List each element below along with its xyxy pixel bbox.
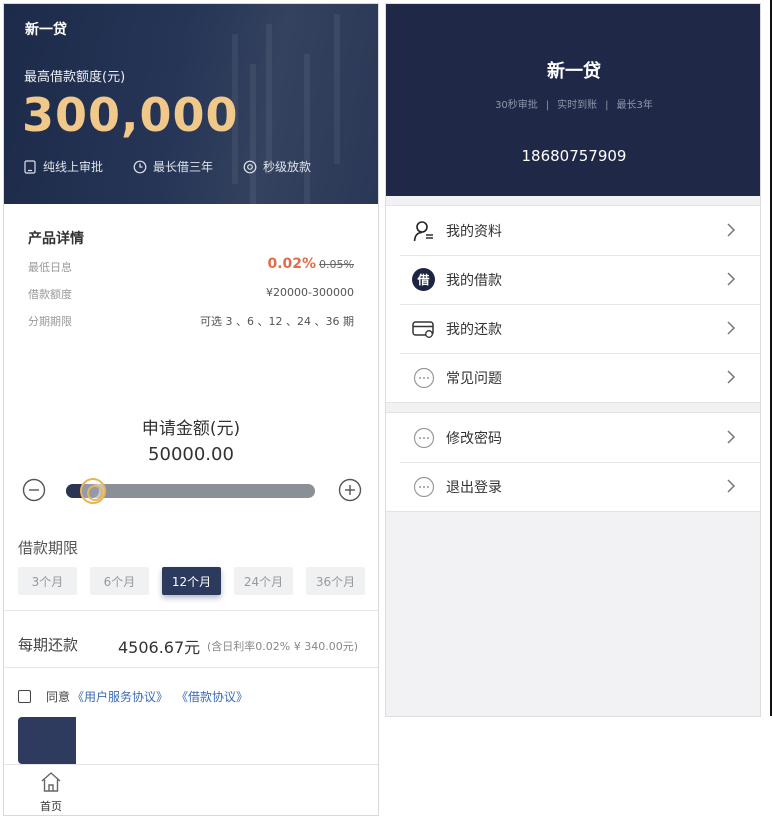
- term-option-24[interactable]: 24个月: [234, 567, 293, 595]
- repayment-amount: 4506.67元: [118, 638, 201, 657]
- agreement-checkbox[interactable]: [18, 690, 31, 703]
- divider: [4, 667, 378, 668]
- menu-label: 我的借款: [446, 272, 502, 289]
- loan-agreement-link[interactable]: 《借款协议》: [176, 688, 248, 705]
- menu-my-repayments[interactable]: 我的还款: [386, 304, 760, 353]
- detail-row-amount: 借款额度 ¥20000-300000: [28, 286, 354, 304]
- hero-banner: 新一贷 最高借款额度(元) 300,000 纯线上审批 最长借三年 秒级放款: [4, 4, 378, 204]
- clock-icon: [133, 160, 147, 173]
- chevron-right-icon: [727, 370, 736, 384]
- agreement-row: 同意 《用户服务协议》 《借款协议》: [18, 688, 256, 705]
- more-icon: [412, 475, 435, 498]
- chevron-right-icon: [727, 479, 736, 493]
- menu-label: 退出登录: [446, 479, 502, 496]
- feature-label: 秒级放款: [263, 160, 312, 174]
- agreement-prefix: 同意: [46, 690, 71, 704]
- user-icon: [412, 219, 435, 242]
- term-options: 3个月 6个月 12个月 24个月 36个月: [18, 567, 378, 595]
- chevron-right-icon: [727, 223, 736, 237]
- tag: 30秒审批: [495, 100, 538, 111]
- target-icon: [243, 160, 257, 173]
- old-rate: 0.05%: [319, 258, 354, 271]
- menu-label: 我的还款: [446, 321, 502, 338]
- apply-amount-value: 50000.00: [148, 444, 234, 465]
- menu-label: 修改密码: [446, 430, 502, 447]
- term-option-6[interactable]: 6个月: [90, 567, 149, 595]
- term-option-36[interactable]: 36个月: [306, 567, 365, 595]
- details-title: 产品详情: [28, 231, 84, 247]
- detail-row-min-rate: 最低日息 0.02% 0.05%: [28, 256, 354, 277]
- detail-label: 分期期限: [28, 315, 72, 328]
- amount-slider-handle[interactable]: [80, 478, 106, 504]
- minus-button[interactable]: [22, 478, 46, 502]
- chevron-right-icon: [727, 430, 736, 444]
- tablet-icon: [24, 159, 36, 174]
- menu-group-settings: 修改密码 退出登录: [386, 412, 760, 512]
- more-icon: [412, 366, 435, 389]
- blank-overlay: [76, 717, 378, 767]
- limit-amount: 300,000: [22, 88, 239, 142]
- menu-change-password[interactable]: 修改密码: [386, 413, 760, 462]
- amount-slider-track[interactable]: [66, 478, 315, 504]
- more-icon: [412, 426, 435, 449]
- profile-header: 新一贷 30秒审批 | 实时到账 | 最长3年 18680757909: [386, 4, 760, 196]
- feature-list: 纯线上审批 最长借三年 秒级放款: [23, 158, 311, 175]
- menu-my-profile[interactable]: 我的资料: [386, 206, 760, 255]
- term-option-12[interactable]: 12个月: [162, 567, 221, 595]
- profile-tags: 30秒审批 | 实时到账 | 最长3年: [495, 100, 653, 111]
- menu-my-loans[interactable]: 借 我的借款: [386, 255, 760, 304]
- borrow-icon: 借: [412, 268, 435, 291]
- feature-label: 纯线上审批: [43, 160, 104, 174]
- chevron-right-icon: [727, 321, 736, 335]
- repayment-label: 每期还款: [18, 636, 79, 654]
- menu-group-account: 我的资料 借 我的借款 我的还款 常见问题: [386, 205, 760, 403]
- menu-logout[interactable]: 退出登录: [386, 462, 760, 511]
- limit-label: 最高借款额度(元): [24, 70, 126, 85]
- profile-app-title: 新一贷: [547, 61, 601, 82]
- detail-label: 最低日息: [28, 261, 72, 274]
- chevron-right-icon: [727, 272, 736, 286]
- apply-amount-label: 申请金额(元): [141, 419, 241, 439]
- detail-value: 0.02% 0.05%: [267, 256, 354, 272]
- current-rate: 0.02%: [267, 256, 317, 272]
- feature-online-approval: 纯线上审批: [23, 158, 103, 175]
- menu-faq[interactable]: 常见问题: [386, 353, 760, 402]
- menu-label: 我的资料: [446, 223, 502, 240]
- profile-screen: 新一贷 30秒审批 | 实时到账 | 最长3年 18680757909 我的资料 借 我…: [385, 3, 761, 717]
- borrow-icon-char: 借: [416, 272, 429, 287]
- feature-instant-payout: 秒级放款: [243, 158, 311, 175]
- bottom-tab-bar: 首页: [4, 764, 378, 815]
- repayment-note: (含日利率0.02% ¥ 340.00元): [207, 640, 359, 653]
- tag: 最长3年: [616, 100, 653, 111]
- detail-row-period: 分期期限 可选 3 、6 、12 、24 、36 期: [28, 313, 354, 331]
- tab-home[interactable]: 首页: [37, 771, 65, 814]
- tab-home-label: 首页: [40, 800, 62, 813]
- card-icon: [412, 317, 435, 340]
- tag: 实时到账: [557, 100, 598, 111]
- amount-slider-row: [22, 476, 362, 506]
- detail-label: 借款额度: [28, 288, 72, 301]
- divider: [4, 610, 378, 611]
- plus-button[interactable]: [338, 478, 362, 502]
- term-option-3[interactable]: 3个月: [18, 567, 77, 595]
- user-phone: 18680757909: [521, 147, 627, 165]
- feature-label: 最长借三年: [153, 160, 214, 174]
- home-icon: [41, 772, 61, 792]
- menu-label: 常见问题: [446, 370, 502, 387]
- frame-edge: [770, 0, 772, 716]
- detail-value: ¥20000-300000: [266, 286, 354, 299]
- user-service-agreement-link[interactable]: 《用户服务协议》: [72, 688, 168, 705]
- term-label: 借款期限: [18, 539, 79, 557]
- app-title: 新一贷: [25, 22, 67, 38]
- loan-home-screen: 新一贷 最高借款额度(元) 300,000 纯线上审批 最长借三年 秒级放款 产…: [3, 3, 379, 816]
- detail-value: 可选 3 、6 、12 、24 、36 期: [200, 315, 354, 328]
- feature-long-term: 最长借三年: [133, 158, 213, 175]
